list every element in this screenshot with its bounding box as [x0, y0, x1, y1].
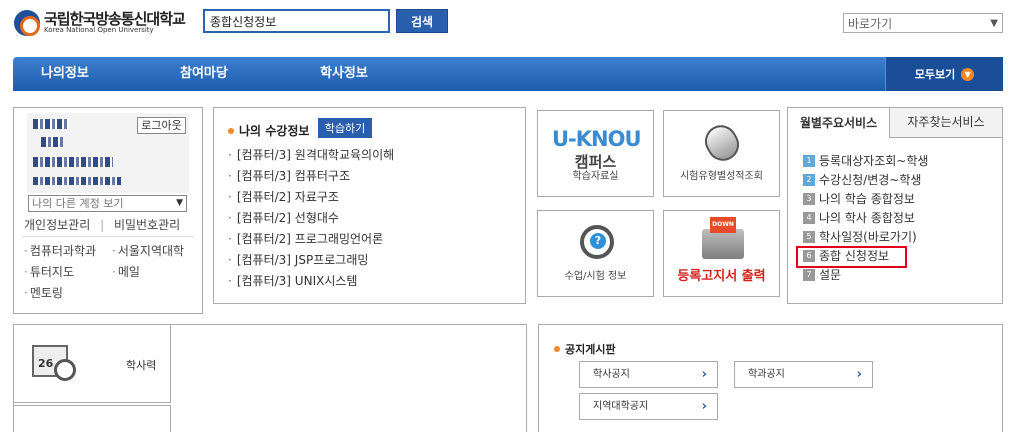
nav-academic-info[interactable]: 학사정보 — [320, 57, 368, 91]
chevron-right-icon: › — [701, 399, 707, 414]
chevron-down-icon: ▼ — [990, 17, 998, 29]
tile-print-invoice[interactable]: 등록고지서 출력 — [663, 210, 780, 297]
search-input[interactable] — [203, 9, 390, 33]
tile-label: 학습자료실 — [572, 171, 619, 182]
regional-notice-button[interactable]: 지역대학공지 › — [579, 393, 718, 420]
course-item[interactable]: [컴퓨터/3] 컴퓨터구조 — [228, 166, 394, 187]
search-button[interactable]: 검색 — [396, 9, 448, 33]
bullet-icon — [554, 346, 560, 352]
number-badge: 7 — [803, 268, 815, 281]
nav-participation[interactable]: 참여마당 — [180, 57, 228, 91]
tile-class-exam-info[interactable]: 수업/시험 정보 — [537, 210, 654, 297]
course-item[interactable]: [컴퓨터/2] 선형대수 — [228, 208, 394, 229]
chevron-right-icon: › — [856, 367, 862, 382]
number-badge: 5 — [803, 230, 815, 243]
course-info-title: 나의 수강정보 — [228, 122, 309, 139]
tab-monthly-services[interactable]: 월별주요서비스 — [788, 108, 889, 138]
academic-calendar-link[interactable]: 학사력 — [14, 325, 171, 403]
calendar-next-cell[interactable] — [14, 405, 171, 432]
knou-emblem-icon — [14, 10, 40, 36]
department-link[interactable]: 컴퓨터과학과 — [24, 242, 96, 259]
regional-campus-link[interactable]: 서울지역대학 — [112, 242, 184, 259]
printer-icon — [702, 217, 744, 259]
logout-button[interactable]: 로그아웃 — [137, 117, 186, 134]
notice-board-title: 공지게시판 — [554, 341, 616, 357]
other-account-select-label: 나의 다른 계정 보기 — [32, 197, 124, 210]
course-item[interactable]: [컴퓨터/3] 원격대학교육의이해 — [228, 145, 394, 166]
nav-my-info[interactable]: 나의정보 — [41, 57, 89, 91]
service-list: 1 등록대상자조회~학생 2 수강신청/변경~학생 3 나의 학습 종합정보 4 나의 … — [796, 152, 928, 285]
knou-logo[interactable]: 국립한국방송통신대학교 Korea National Open Universi… — [14, 9, 190, 37]
academic-calendar-panel: 학사력 — [13, 324, 527, 432]
service-item[interactable]: 4 나의 학사 종합정보 — [803, 209, 928, 228]
main-nav: 나의정보 참여마당 학사정보 모두보기 ▼ — [13, 57, 1003, 91]
other-account-select[interactable]: 나의 다른 계정 보기 ▼ — [28, 195, 187, 212]
view-all-label: 모두보기 — [914, 68, 956, 81]
tutor-link[interactable]: 튜터지도 — [24, 263, 74, 280]
service-item[interactable]: 2 수강신청/변경~학생 — [803, 171, 928, 190]
headset-help-icon — [580, 225, 614, 259]
number-badge: 1 — [803, 154, 815, 167]
services-panel: 월별주요서비스 자주찾는서비스 1 등록대상자조회~학생 2 수강신청/변경~학생 … — [787, 107, 1003, 304]
view-all-button[interactable]: 모두보기 ▼ — [885, 57, 1003, 91]
service-item-highlighted[interactable]: 6 종합 신청정보 — [796, 246, 928, 268]
tile-label: 수업/시험 정보 — [564, 271, 627, 282]
tab-frequent-services[interactable]: 자주찾는서비스 — [889, 108, 1002, 138]
personal-info-link[interactable]: 개인정보관리 — [24, 218, 90, 232]
number-badge: 4 — [803, 211, 815, 224]
tile-exam-grades[interactable]: 시험유형별성적조회 — [663, 110, 780, 197]
department-notice-button[interactable]: 학과공지 › — [734, 361, 873, 388]
academic-calendar-label: 학사력 — [126, 359, 157, 372]
mouse-icon — [699, 119, 745, 167]
mentoring-link[interactable]: 멘토링 — [24, 284, 63, 301]
mail-link[interactable]: 메일 — [112, 263, 140, 280]
course-item[interactable]: [컴퓨터/3] UNIX시스템 — [228, 271, 394, 292]
service-item[interactable]: 7 설문 — [803, 266, 928, 285]
number-badge: 3 — [803, 192, 815, 205]
course-item[interactable]: [컴퓨터/3] JSP프로그래밍 — [228, 250, 394, 271]
course-list: [컴퓨터/3] 원격대학교육의이해 [컴퓨터/3] 컴퓨터구조 [컴퓨터/2] … — [228, 145, 394, 292]
service-item[interactable]: 3 나의 학습 종합정보 — [803, 190, 928, 209]
chevron-right-icon: › — [701, 367, 707, 382]
logo-english-name: Korea National Open University — [44, 26, 154, 34]
number-badge: 6 — [803, 249, 815, 262]
tile-uknou-campus[interactable]: U-KNOU 캠퍼스 학습자료실 — [537, 110, 654, 197]
password-link[interactable]: 비밀번호관리 — [114, 218, 180, 232]
course-item[interactable]: [컴퓨터/2] 자료구조 — [228, 187, 394, 208]
course-info-panel: 나의 수강정보 학습하기 [컴퓨터/3] 원격대학교육의이해 [컴퓨터/3] 컴… — [213, 107, 526, 304]
course-item[interactable]: [컴퓨터/2] 프로그래밍언어론 — [228, 229, 394, 250]
chevron-down-icon: ▼ — [961, 67, 975, 81]
profile-panel: 로그아웃 나의 다른 계정 보기 ▼ 개인정보관리 | 비밀번호관리 컴퓨터과학… — [13, 107, 203, 314]
tile-label: 시험유형별성적조회 — [680, 171, 763, 182]
chevron-down-icon: ▼ — [176, 198, 183, 208]
tile-label: 등록고지서 출력 — [677, 269, 766, 284]
quick-link-select[interactable]: 바로가기 ▼ — [843, 13, 1003, 33]
academic-notice-button[interactable]: 학사공지 › — [579, 361, 718, 388]
quick-link-select-label: 바로가기 — [848, 16, 893, 31]
bullet-icon — [228, 127, 234, 134]
number-badge: 2 — [803, 173, 815, 186]
clock-icon — [54, 359, 76, 381]
service-item[interactable]: 1 등록대상자조회~학생 — [803, 152, 928, 171]
notice-board-panel: 공지게시판 학사공지 › 학과공지 › 지역대학공지 › — [538, 324, 1003, 432]
logo-korean-name: 국립한국방송통신대학교 — [44, 10, 186, 28]
service-item[interactable]: 5 학사일정(바로가기) — [803, 228, 928, 247]
study-button[interactable]: 학습하기 — [318, 118, 372, 138]
uknou-logo: U-KNOU — [552, 127, 642, 151]
